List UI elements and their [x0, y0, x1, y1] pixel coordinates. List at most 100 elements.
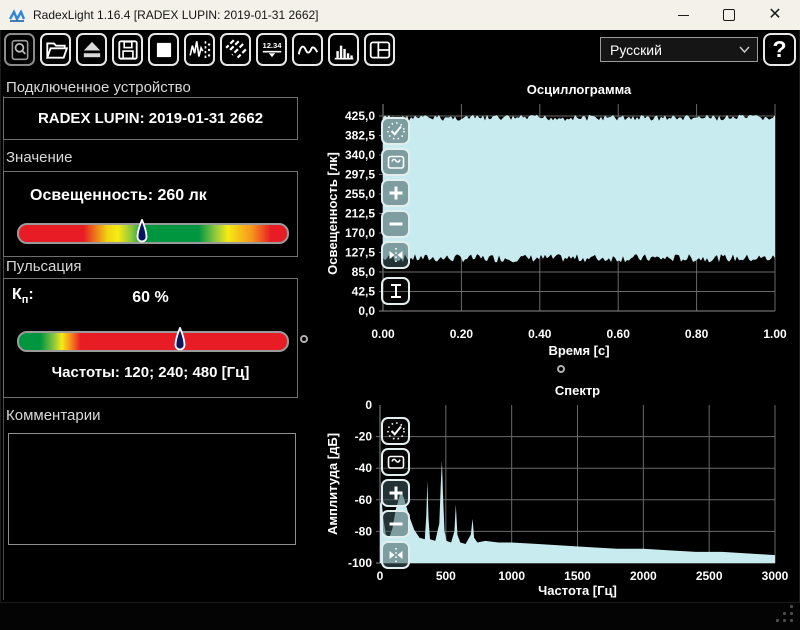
osc-cursor-button[interactable] [381, 277, 410, 305]
svg-text:0: 0 [377, 569, 384, 583]
oscillogram-view-button[interactable] [292, 33, 323, 66]
pulsation-box: Кп: 60 % Частоты: 120; 240; 480 [Гц] [3, 278, 298, 398]
waveform-icon [297, 45, 318, 55]
svg-text:2000: 2000 [630, 569, 657, 583]
splitter-grip-vertical[interactable] [300, 335, 308, 343]
open-folder-icon [45, 42, 68, 59]
help-button[interactable]: ? [763, 33, 796, 66]
stop-square-icon [156, 42, 171, 57]
osc-zoom-in-button[interactable] [381, 179, 410, 207]
maximize-button[interactable] [706, 0, 752, 30]
numeric-display-button[interactable]: 12.34 [256, 33, 287, 66]
layout-button[interactable] [364, 33, 395, 66]
svg-text:-60: -60 [355, 493, 373, 507]
value-box: Освещенность: 260 лк [3, 171, 298, 257]
value-section-header: Значение [6, 149, 73, 166]
svg-text:340,0: 340,0 [345, 148, 375, 162]
fit-horizontal-icon [389, 248, 402, 262]
eject-icon [83, 41, 100, 57]
chevron-down-icon [739, 46, 750, 53]
svg-text:500: 500 [436, 569, 456, 583]
svg-text:42,5: 42,5 [352, 285, 376, 299]
osc-fit-horizontal-button[interactable] [381, 241, 410, 269]
svg-text:0,0: 0,0 [358, 304, 375, 318]
status-bar [0, 602, 800, 630]
svg-text:1000: 1000 [498, 569, 525, 583]
spectrum-view-button[interactable] [328, 33, 359, 66]
comments-section-header: Комментарии [6, 407, 101, 424]
svg-text:0.80: 0.80 [685, 327, 709, 341]
spec-autoscale-button[interactable] [381, 417, 410, 445]
osc-autoscale-button[interactable] [381, 117, 410, 145]
search-device-button[interactable] [4, 33, 35, 66]
svg-text:0: 0 [365, 398, 372, 412]
floppy-icon [117, 39, 138, 60]
chart-title: Спектр [555, 383, 600, 398]
open-file-button[interactable] [40, 33, 71, 66]
titlebar: RadexLight 1.16.4 [RADEX LUPIN: 2019-01-… [0, 0, 800, 30]
minus-icon [389, 522, 402, 526]
markers-mode-button[interactable] [184, 33, 215, 66]
frame-wave-icon [387, 455, 404, 469]
fit-horizontal-icon [389, 548, 402, 562]
svg-text:0.20: 0.20 [450, 327, 474, 341]
pulsation-frequencies: Частоты: 120; 240; 480 [Гц] [51, 364, 250, 381]
pulsation-section-header: Пульсация [6, 258, 82, 275]
chart-title: Осциллограмма [527, 82, 632, 97]
svg-text:Освещенность [лк]: Освещенность [лк] [325, 152, 340, 275]
svg-text:Амплитуда [дБ]: Амплитуда [дБ] [325, 433, 340, 535]
maximize-icon [723, 9, 735, 21]
svg-text:12.34: 12.34 [262, 40, 282, 49]
osc-zoom-out-button[interactable] [381, 210, 410, 238]
language-value: Русский [610, 41, 662, 58]
plus-icon [389, 186, 402, 200]
svg-text:1500: 1500 [564, 569, 591, 583]
svg-text:Частота [Гц]: Частота [Гц] [538, 583, 617, 598]
pulsation-scale [17, 325, 289, 352]
minimize-button[interactable] [660, 0, 706, 30]
spec-fit-button[interactable] [381, 448, 410, 476]
spec-zoom-out-button[interactable] [381, 510, 410, 538]
close-icon: ✕ [768, 6, 782, 23]
comments-input[interactable] [8, 433, 296, 545]
svg-text:-40: -40 [355, 461, 373, 475]
eject-button[interactable] [76, 33, 107, 66]
spec-zoom-in-button[interactable] [381, 479, 410, 507]
svg-text:255,0: 255,0 [345, 187, 375, 201]
osc-fit-button[interactable] [381, 148, 410, 176]
waveform-markers-icon [188, 40, 210, 59]
resize-grip[interactable] [776, 605, 796, 625]
svg-text:1.00: 1.00 [763, 327, 787, 341]
clock-check-icon [386, 122, 405, 140]
spec-fit-horizontal-button[interactable] [381, 541, 410, 569]
clock-check-icon [386, 422, 405, 440]
svg-text:-100: -100 [348, 556, 372, 570]
language-select[interactable]: Русский [600, 37, 758, 62]
bar-chart-icon [334, 45, 353, 60]
svg-text:-20: -20 [355, 430, 373, 444]
close-button[interactable]: ✕ [752, 0, 798, 30]
window-title: RadexLight 1.16.4 [RADEX LUPIN: 2019-01-… [33, 8, 319, 22]
panel-layout-icon [369, 40, 390, 59]
minus-icon [389, 222, 402, 226]
save-button[interactable] [112, 33, 143, 66]
device-section-header: Подключенное устройство [6, 79, 191, 96]
device-box: RADEX LUPIN: 2019-01-31 2662 [3, 97, 298, 140]
svg-text:85,0: 85,0 [352, 265, 376, 279]
svg-text:Время [с]: Время [с] [548, 343, 609, 358]
svg-text:3000: 3000 [762, 569, 789, 583]
rays-icon [224, 38, 247, 58]
illuminance-scale [17, 217, 289, 244]
plus-icon [389, 486, 402, 500]
svg-text:0.40: 0.40 [528, 327, 552, 341]
rays-mode-button[interactable] [220, 33, 251, 66]
app-window: RadexLight 1.16.4 [RADEX LUPIN: 2019-01-… [0, 0, 800, 630]
ibeam-icon [390, 284, 401, 298]
svg-text:2500: 2500 [696, 569, 723, 583]
device-name: RADEX LUPIN: 2019-01-31 2662 [37, 110, 264, 127]
numeric-display-icon: 12.34 [262, 40, 282, 57]
svg-text:0.60: 0.60 [607, 327, 631, 341]
svg-text:297,5: 297,5 [345, 168, 375, 182]
stop-button[interactable] [148, 33, 179, 66]
svg-text:0.00: 0.00 [371, 327, 395, 341]
